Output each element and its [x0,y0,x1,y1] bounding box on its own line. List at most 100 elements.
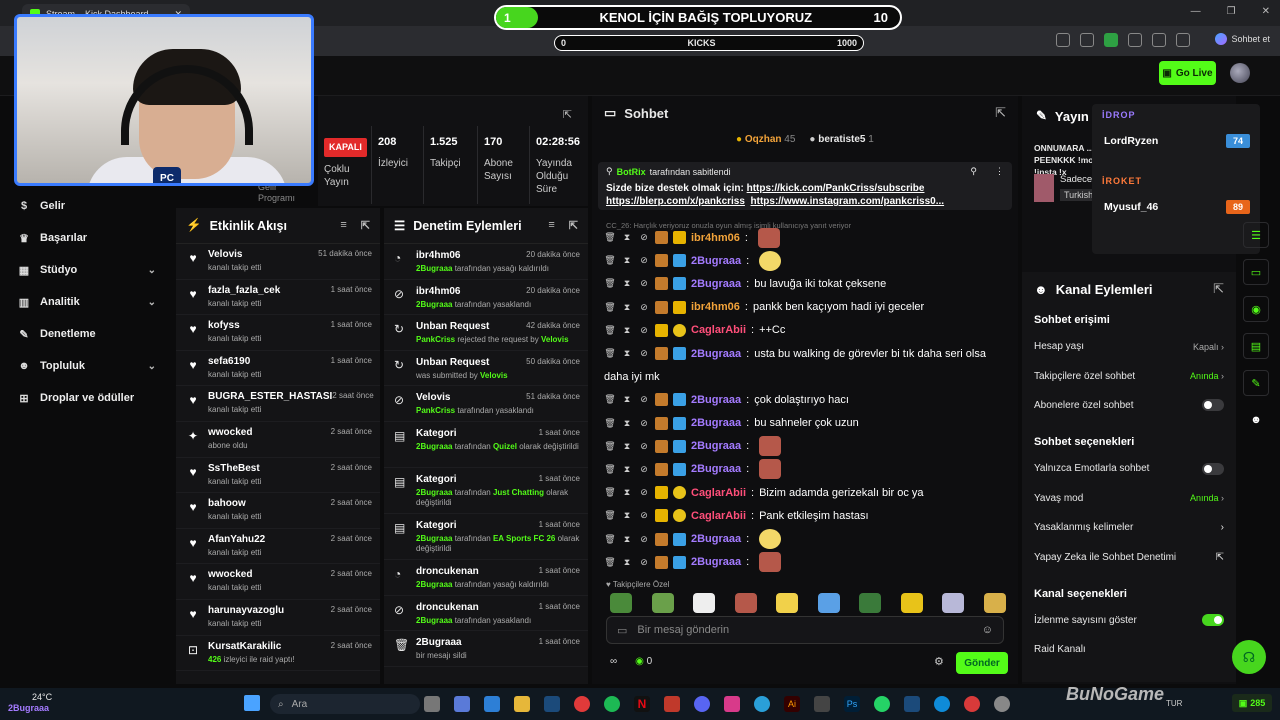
emote-icon[interactable] [734,593,757,613]
activity-row[interactable]: ♥ bahoow 2 saat önce kanalı takip etti [176,493,380,529]
account-age-row[interactable]: Hesap yaşı Kapalı › [1022,332,1236,361]
chat-message[interactable]: 🗑 ⧗ ⊘ 2Bugraaa: bu lavuğa iki tokat çeksene [604,272,1004,295]
extension-icon[interactable] [1104,33,1118,47]
timeout-icon[interactable]: ⧗ [621,464,633,475]
audit-target[interactable]: Velovis [541,335,569,344]
app-icon[interactable] [454,696,470,712]
trash-icon[interactable]: 🗑 [604,464,616,475]
spotify-icon[interactable] [604,696,620,712]
audit-actor[interactable]: 2Bugraaa [416,300,452,309]
chat-username[interactable]: 2Bugraaa [691,556,741,568]
sidebar-item-droplar[interactable]: ⊞ Droplar ve ödüller [0,382,172,414]
kicks-counter[interactable]: ◉ 0 [635,656,652,667]
activity-row[interactable]: ♥ fazla_fazla_cek 1 saat önce kanalı taki… [176,280,380,316]
ban-icon[interactable]: ⊘ [638,232,650,243]
chat-username[interactable]: CaglarAbii [691,510,746,522]
sidebar-item-gelir[interactable]: $ Gelir [0,190,172,222]
chat-message[interactable]: 🗑 ⧗ ⊘ 2Bugraaa: usta bu walking de görevler … [604,342,1004,365]
chat-message[interactable]: 🗑 ⧗ ⊘ 2Bugraaa: [604,458,1004,481]
chevron-down-icon[interactable]: ⌄ [148,297,156,308]
pinned-author[interactable]: BotRix [617,167,646,177]
audit-actor[interactable]: 2Bugraaa [416,580,452,589]
activity-row[interactable]: ⊡ KursatKarakilic 2 saat önce 426 izleyic… [176,636,380,672]
trash-icon[interactable]: 🗑 [604,255,616,266]
send-button[interactable]: Gönder [956,652,1008,674]
chat-message[interactable]: 🗑 ⧗ ⊘ CaglarAbii: Bizim adamda gerizekalı bi… [604,481,1004,504]
audit-row[interactable]: ▤ Kategori 1 saat önce 2Bugraaa tarafında… [384,422,588,468]
weather-widget[interactable]: 24°C 2Bugraaa [8,692,52,714]
chat-username[interactable]: ibr4hm06 [691,301,740,313]
windows-start-icon[interactable] [244,695,260,711]
discord-icon[interactable] [694,696,710,712]
ban-icon[interactable]: ⊘ [638,557,650,568]
users-icon[interactable]: ☻ [1243,407,1269,433]
pinned-link[interactable]: https://www.instagram.com/pankcriss0... [751,196,945,207]
filter-icon[interactable]: ≡ [548,219,554,232]
trash-icon[interactable]: 🗑 [604,232,616,243]
chat-message[interactable]: 🗑 ⧗ ⊘ CaglarAbii: ++Cc [604,319,1004,342]
audit-row[interactable]: ⊘ ibr4hm06 20 dakika önce 2Bugraaa tarafı… [384,280,588,316]
instagram-icon[interactable] [724,696,740,712]
audit-row[interactable]: ⊘ droncukenan 1 saat önce 2Bugraaa tarafı… [384,596,588,632]
ban-icon[interactable]: ⊘ [638,394,650,405]
timeout-icon[interactable]: ⧗ [621,348,633,359]
trash-icon[interactable]: 🗑 [604,510,616,521]
broadcast-icon[interactable]: ◉ [1243,296,1269,322]
chat-message[interactable]: 🗑 ⧗ ⊘ 2Bugraaa: [604,527,1004,550]
chat-icon[interactable]: ▭ [1243,259,1269,285]
emote-icon[interactable] [900,593,923,613]
activity-row[interactable]: ♥ harunayvazoglu 2 saat önce kanalı takip… [176,600,380,636]
gear-icon[interactable]: ⚙ [934,655,944,668]
illustrator-icon[interactable]: Ai [784,696,800,712]
trash-icon[interactable]: 🗑 [604,302,616,313]
calendar-icon[interactable]: ▤ [1243,333,1269,359]
audit-target[interactable]: Quizel [493,442,517,451]
top-user[interactable]: ● beratiste5 1 [809,134,873,145]
emote-icon[interactable] [817,593,840,613]
chevron-down-icon[interactable]: ⌄ [148,265,156,276]
copilot-chat-button[interactable]: Sohbet et [1215,33,1270,45]
timeout-icon[interactable]: ⧗ [621,557,633,568]
sidebar-item-analitik[interactable]: ▥ Analitik ⌄ [0,286,172,318]
popout-icon[interactable]: ⇱ [1213,281,1224,297]
pinned-message[interactable]: ⚲ BotRix tarafından sabitlendi ⚲ ⋮ Sizde… [598,162,1012,210]
audit-row[interactable]: ↻ Unban Request 50 dakika önce was submit… [384,351,588,387]
chat-message[interactable]: 🗑 ⧗ ⊘ ibr4hm06: pankk ben kaçıyom hadi iyi g… [604,296,1004,319]
timeout-icon[interactable]: ⧗ [621,278,633,289]
help-button[interactable]: ☊ [1232,640,1266,674]
app-icon[interactable] [814,696,830,712]
raid-row[interactable]: Raid Kanalı [1022,635,1236,664]
ai-mod-row[interactable]: Yapay Zeka ile Sohbet Denetimi ⇱ [1022,542,1236,571]
ban-icon[interactable]: ⊘ [638,418,650,429]
timeout-icon[interactable]: ⧗ [621,325,633,336]
puzzle-icon[interactable] [1128,33,1142,47]
emote-icon[interactable] [693,593,716,613]
settings-icon[interactable] [994,696,1010,712]
popout-icon[interactable]: ⇱ [569,219,578,232]
favorites-icon[interactable] [1152,33,1166,47]
audit-actor[interactable]: 2Bugraaa [416,616,452,625]
subs-chat-toggle[interactable] [1202,399,1224,412]
activity-row[interactable]: ♥ SsTheBest 2 saat önce kanalı takip etti [176,458,380,494]
ban-icon[interactable]: ⊘ [638,278,650,289]
emote-icon[interactable] [859,593,882,613]
steam-icon[interactable] [904,696,920,712]
taskbar-search[interactable]: ⌕ Ara [270,694,420,714]
ban-icon[interactable]: ⊘ [638,487,650,498]
sidebar-item-studyo[interactable]: ▦ Stüdyo ⌄ [0,254,172,286]
reader-icon[interactable] [1056,33,1070,47]
pin-icon[interactable]: ⚲ [970,166,977,177]
pinned-link[interactable]: https://blerp.com/x/pankcriss [606,196,745,207]
activity-row[interactable]: ♥ wwocked 2 saat önce kanalı takip etti [176,564,380,600]
netflix-icon[interactable]: N [634,696,650,712]
chat-message[interactable]: 🗑 ⧗ ⊘ ibr4hm06: [604,226,1004,249]
chat-username[interactable]: CaglarAbii [691,324,746,336]
trash-icon[interactable]: 🗑 [604,487,616,498]
emote-icon[interactable] [776,593,799,613]
trash-icon[interactable]: 🗑 [604,557,616,568]
emote-icon[interactable] [651,593,674,613]
close-window-icon[interactable]: ✕ [1262,6,1270,17]
chat-message[interactable]: 🗑 ⧗ ⊘ CaglarAbii: Pank etkileşim hastası [604,504,1004,527]
emote-only-toggle[interactable] [1202,462,1224,475]
more-icon[interactable]: ⋮ [995,166,1004,177]
